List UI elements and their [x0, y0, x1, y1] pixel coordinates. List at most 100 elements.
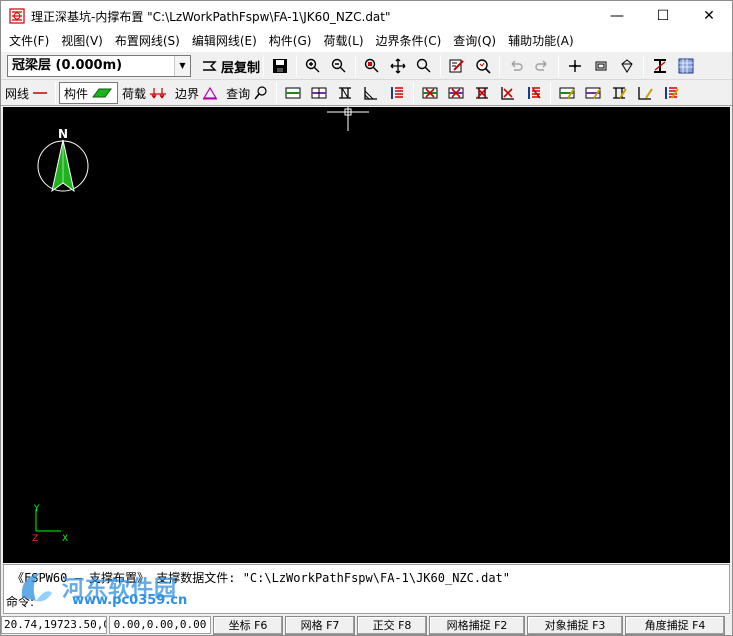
section-button[interactable]	[649, 55, 671, 77]
menu-loads[interactable]: 荷载(L)	[317, 31, 369, 52]
title-bar: 理正深基坑-内撑布置 "C:\LzWorkPathFspw\FA-1\JK60_…	[1, 1, 732, 31]
coord-toggle-button[interactable]: 坐标 F6	[213, 615, 283, 635]
tab-boundary-label: 边界	[175, 86, 200, 101]
snap-point-button[interactable]	[564, 55, 586, 77]
undo-button[interactable]	[505, 55, 527, 77]
redo-button[interactable]	[531, 55, 553, 77]
menu-grid-layout[interactable]: 布置网线(S)	[109, 31, 186, 52]
north-label: N	[58, 127, 68, 141]
tab-loads[interactable]: 荷载	[118, 82, 171, 104]
delete-tool-1[interactable]	[419, 82, 441, 104]
edit-tool-2[interactable]	[582, 82, 604, 104]
window-title: 理正深基坑-内撑布置 "C:\LzWorkPathFspw\FA-1\JK60_…	[31, 9, 391, 24]
drawing-canvas[interactable]: N Y Z X	[3, 107, 730, 563]
beam-double-icon	[311, 87, 327, 99]
member-tool-1[interactable]	[282, 82, 304, 104]
cursor-coordinates: 20.74,19723.50,0.	[1, 616, 107, 634]
layer-copy-label: 层复制	[221, 60, 261, 76]
frame-button[interactable]	[590, 55, 612, 77]
edit-props-button[interactable]	[446, 55, 468, 77]
edit-tool-1[interactable]	[556, 82, 578, 104]
member-tool-3[interactable]	[334, 82, 356, 104]
menu-file[interactable]: 文件(F)	[3, 31, 55, 52]
angle-snap-toggle-button[interactable]: 角度捕捉 F4	[625, 615, 725, 635]
chevron-down-icon[interactable]: ▼	[174, 56, 190, 76]
ucs-axis-icon: Y Z X	[32, 504, 68, 544]
ortho-toggle-button[interactable]: 正交 F8	[357, 615, 427, 635]
menu-aux[interactable]: 辅助功能(A)	[502, 31, 580, 52]
object-snap-toggle-button[interactable]: 对象捕捉 F3	[527, 615, 623, 635]
pan-button[interactable]	[387, 55, 409, 77]
command-area[interactable]: 《FSPW60 — 支撑布置》 支撑数据文件: "C:\LzWorkPathFs…	[3, 564, 730, 614]
save-icon	[273, 59, 288, 73]
close-button[interactable]: ✕	[686, 1, 732, 31]
menu-edit-grid[interactable]: 编辑网线(E)	[186, 31, 263, 52]
frame-icon	[595, 61, 607, 71]
member-tool-5[interactable]	[386, 82, 408, 104]
corner-brace-icon	[364, 87, 378, 100]
tab-boundary[interactable]: 边界	[171, 82, 222, 104]
delete-tool-4[interactable]	[497, 82, 519, 104]
query-props-icon	[476, 59, 491, 74]
delete-tool-2[interactable]	[445, 82, 467, 104]
menu-members[interactable]: 构件(G)	[263, 31, 318, 52]
edit-tool-5[interactable]	[660, 82, 682, 104]
layer-select[interactable]: 冠梁层 (0.000m) ▼	[7, 55, 191, 77]
delete-double-icon	[448, 87, 464, 99]
tab-loads-label: 荷载	[122, 86, 147, 101]
zoom-extents-icon	[416, 58, 431, 73]
pan-icon	[390, 58, 406, 74]
delta-coordinates: 0.00,0.00,0.00	[109, 616, 211, 634]
north-arrow-icon: N	[37, 127, 89, 193]
delete-strut-icon	[476, 87, 489, 99]
menu-view[interactable]: 视图(V)	[55, 31, 109, 52]
query-props-button[interactable]	[472, 55, 494, 77]
crosshair-icon	[569, 60, 582, 72]
edit-tool-3[interactable]	[608, 82, 630, 104]
edit-tool-4[interactable]	[634, 82, 656, 104]
grid-toggle-button[interactable]: 网格 F7	[285, 615, 355, 635]
red-line-icon	[33, 92, 48, 94]
tab-gridline[interactable]: 网线	[1, 82, 52, 104]
tab-members[interactable]: 构件	[59, 82, 119, 104]
diamond-button[interactable]	[616, 55, 638, 77]
menu-query[interactable]: 查询(Q)	[447, 31, 502, 52]
delete-tool-5[interactable]	[523, 82, 545, 104]
section-icon	[654, 59, 667, 73]
save-button[interactable]	[269, 55, 291, 77]
layer-copy-button[interactable]: 层复制	[201, 57, 260, 76]
edit-strut-icon	[613, 87, 627, 99]
delete-column-icon	[528, 87, 541, 99]
zoom-in-button[interactable]	[302, 55, 324, 77]
app-window: 理正深基坑-内撑布置 "C:\LzWorkPathFspw\FA-1\JK60_…	[0, 0, 733, 636]
beam-grid-icon	[285, 87, 301, 99]
toolbar-separator	[355, 55, 357, 77]
edit-props-icon	[449, 59, 464, 73]
zoom-window-icon	[364, 58, 379, 73]
delete-tool-3[interactable]	[471, 82, 493, 104]
grid-snap-toggle-button[interactable]: 网格捕捉 F2	[429, 615, 525, 635]
load-icon	[150, 88, 167, 99]
menu-bar: 文件(F) 视图(V) 布置网线(S) 编辑网线(E) 构件(G) 荷载(L) …	[1, 31, 732, 52]
ucs-y-label: Y	[33, 504, 40, 514]
grid-view-button[interactable]	[675, 55, 697, 77]
member-tool-2[interactable]	[308, 82, 330, 104]
zoom-out-icon	[331, 58, 346, 73]
toolbar-separator	[499, 55, 501, 77]
menu-boundary[interactable]: 边界条件(C)	[370, 31, 448, 52]
zoom-extents-button[interactable]	[413, 55, 435, 77]
app-icon	[9, 8, 25, 24]
edit-double-icon	[585, 87, 601, 99]
tab-query[interactable]: 查询	[222, 82, 273, 104]
zoom-out-button[interactable]	[328, 55, 350, 77]
window-controls: — ☐ ✕	[594, 1, 732, 31]
maximize-button[interactable]: ☐	[640, 1, 686, 31]
zoom-in-icon	[305, 58, 320, 73]
status-bar: 20.74,19723.50,0. 0.00,0.00,0.00 坐标 F6 网…	[1, 615, 732, 635]
zoom-window-button[interactable]	[361, 55, 383, 77]
minimize-button[interactable]: —	[594, 1, 640, 31]
edit-beam-icon	[559, 87, 575, 99]
member-tool-4[interactable]	[360, 82, 382, 104]
toolbar-separator	[263, 55, 265, 77]
strut-icon	[339, 87, 352, 99]
